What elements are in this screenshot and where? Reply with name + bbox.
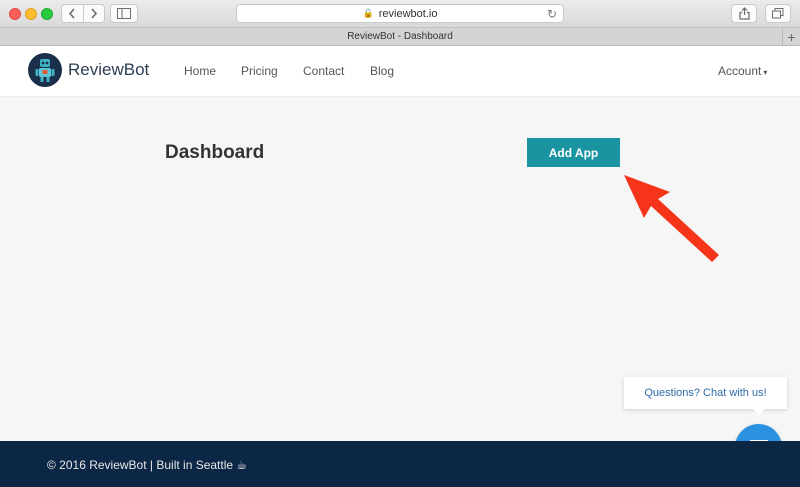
reload-icon[interactable]: ↻ [547, 7, 557, 21]
lock-icon: 🔒 [362, 8, 374, 18]
nav-link-home[interactable]: Home [184, 64, 216, 78]
site-navbar: ReviewBot Home Pricing Contact Blog Acco… [0, 46, 800, 96]
tab-bar: ReviewBot - Dashboard + [0, 28, 800, 46]
annotation-arrow-icon [624, 175, 719, 262]
add-app-button[interactable]: Add App [527, 138, 620, 167]
nav-link-pricing[interactable]: Pricing [241, 64, 278, 78]
nav-link-contact[interactable]: Contact [303, 64, 344, 78]
back-forward-buttons [61, 4, 105, 23]
chat-prompt-bubble[interactable]: Questions? Chat with us! [624, 377, 787, 415]
footer: © 2016 ReviewBot | Built in Seattle ☕ [0, 441, 800, 487]
address-bar[interactable]: 🔒 reviewbot.io ↻ [236, 4, 564, 23]
footer-copyright: © 2016 ReviewBot | Built in Seattle ☕ [47, 458, 248, 472]
close-window-button[interactable] [9, 8, 21, 20]
url-text: reviewbot.io [378, 7, 438, 20]
new-tab-icon[interactable]: + [782, 28, 800, 45]
caret-down-icon: ▾ [763, 68, 768, 77]
zoom-window-button[interactable] [41, 8, 53, 20]
tabs-icon[interactable] [765, 4, 791, 23]
browser-titlebar: 🔒 reviewbot.io ↻ [0, 0, 800, 28]
page-title: Dashboard [165, 142, 265, 163]
forward-icon[interactable] [84, 5, 105, 22]
chat-prompt-text: Questions? Chat with us! [644, 387, 767, 399]
sidebar-icon[interactable] [110, 4, 138, 23]
robot-logo-icon[interactable] [28, 53, 62, 87]
account-menu[interactable]: Account ▾ [718, 64, 767, 78]
tab-title[interactable]: ReviewBot - Dashboard [347, 31, 453, 42]
nav-link-blog[interactable]: Blog [370, 64, 394, 78]
account-label: Account [718, 64, 762, 78]
back-icon[interactable] [62, 5, 84, 22]
minimize-window-button[interactable] [25, 8, 37, 20]
share-icon[interactable] [731, 4, 757, 23]
brand-name[interactable]: ReviewBot [68, 60, 149, 80]
